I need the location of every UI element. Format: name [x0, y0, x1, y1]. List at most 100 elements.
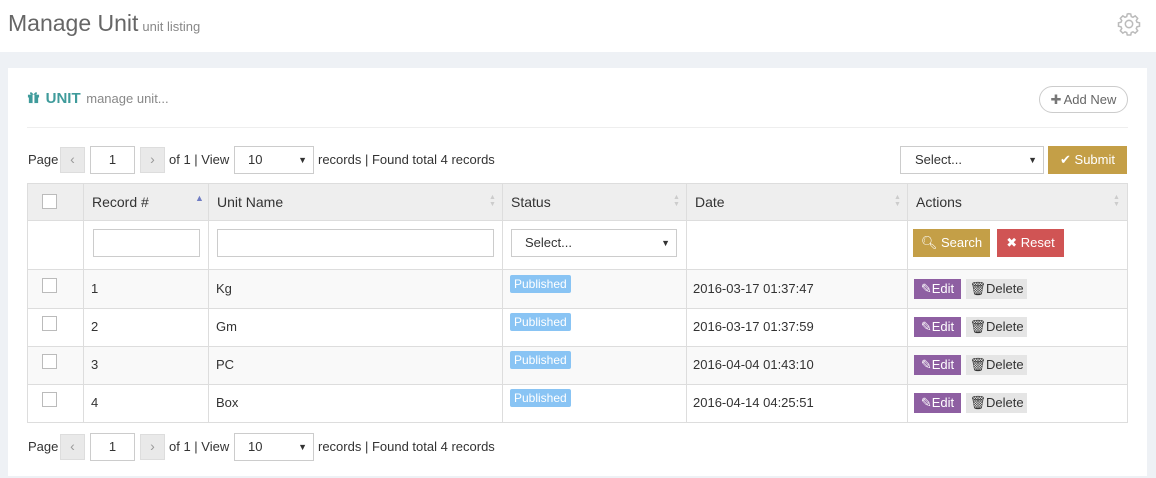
delete-label: Delete: [985, 281, 1024, 296]
reset-label: Reset: [1020, 235, 1055, 250]
record-date: 2016-04-04 01:43:10: [693, 357, 814, 372]
edit-label: Edit: [931, 319, 955, 334]
row-checkbox[interactable]: [42, 316, 57, 331]
trash-icon: 🗑︎: [969, 395, 986, 410]
status-filter-value: Select...: [525, 235, 572, 250]
row-checkbox[interactable]: [42, 354, 57, 369]
divider: [686, 184, 687, 422]
page-size-select[interactable]: 10 ▼: [234, 433, 314, 461]
column-header-label: Status: [511, 194, 551, 210]
sort-icon: ▲ ▼: [673, 194, 680, 208]
delete-label: Delete: [985, 319, 1024, 334]
status-filter-select[interactable]: Select... ▼: [511, 229, 677, 257]
record-filter-input[interactable]: [93, 229, 200, 257]
delete-button[interactable]: 🗑︎Delete: [966, 279, 1027, 299]
unit-portlet: UNIT manage unit... ✚ Add New Page ‹ 1 › …: [8, 68, 1147, 476]
page-size-value: 10: [248, 439, 263, 454]
chevron-down-icon: ▼: [661, 238, 670, 248]
trash-icon: 🗑︎: [969, 319, 986, 334]
unit-table: Record # ▲ Unit Name ▲ ▼ Status ▲ ▼ Date ▲ ▼ Ac…: [27, 183, 1128, 423]
delete-button[interactable]: 🗑︎Delete: [966, 355, 1027, 375]
edit-label: Edit: [931, 395, 955, 410]
divider: [83, 184, 84, 422]
search-label: Search: [940, 235, 983, 250]
prev-page-button[interactable]: ‹: [60, 147, 85, 173]
check-icon: ✔: [1060, 152, 1071, 167]
column-header-unit-name[interactable]: Unit Name ▲ ▼: [209, 184, 503, 220]
column-header-record[interactable]: Record # ▲: [84, 184, 209, 220]
table-row: [28, 385, 1127, 422]
column-header-label: Unit Name: [217, 194, 284, 210]
edit-button[interactable]: ✎Edit: [914, 393, 961, 413]
page-number-input[interactable]: 1: [90, 433, 135, 461]
trash-icon: 🗑︎: [969, 357, 986, 372]
delete-button[interactable]: 🗑︎Delete: [966, 317, 1027, 337]
page-size-select[interactable]: 10 ▼: [234, 146, 314, 174]
table-row: [28, 347, 1127, 385]
portlet-caption-sub: manage unit...: [86, 91, 169, 106]
column-header-actions[interactable]: Actions ▲ ▼: [908, 184, 1127, 220]
status-badge: Published: [510, 275, 571, 293]
sort-icon: ▲ ▼: [894, 194, 901, 208]
page-size-value: 10: [248, 152, 263, 167]
sort-icon: ▲ ▼: [1113, 194, 1120, 208]
row-checkbox[interactable]: [42, 392, 57, 407]
delete-button[interactable]: 🗑︎Delete: [966, 393, 1027, 413]
edit-label: Edit: [931, 281, 955, 296]
select-all-checkbox[interactable]: [42, 194, 57, 209]
chevron-down-icon: ▼: [1028, 155, 1037, 165]
column-header-label: Record #: [92, 194, 149, 210]
record-date: 2016-03-17 01:37:47: [693, 281, 814, 296]
column-header-status[interactable]: Status ▲ ▼: [503, 184, 687, 220]
close-icon: ✖: [1006, 235, 1018, 250]
edit-icon: ✎: [920, 357, 932, 372]
chevron-down-icon: ▼: [298, 155, 307, 165]
divider: [502, 184, 503, 422]
edit-label: Edit: [931, 357, 955, 372]
prev-page-button[interactable]: ‹: [60, 434, 85, 460]
unit-name: PC: [216, 357, 235, 372]
portlet-title: UNIT manage unit...: [27, 90, 169, 107]
bulk-action-select[interactable]: Select... ▼: [900, 146, 1044, 174]
status-badge: Published: [510, 351, 571, 369]
divider: [208, 184, 209, 422]
unit-name: Box: [216, 395, 239, 410]
table-row: [28, 270, 1127, 308]
edit-button[interactable]: ✎Edit: [914, 279, 961, 299]
search-icon: 🔍︎: [920, 235, 938, 250]
add-new-button[interactable]: ✚ Add New: [1039, 86, 1128, 113]
page-label: Page: [28, 439, 59, 454]
divider: [28, 220, 1127, 221]
divider: [907, 184, 908, 422]
page-number-input[interactable]: 1: [90, 146, 135, 174]
bulk-action-value: Select...: [915, 152, 962, 167]
plus-icon: ✚: [1050, 92, 1062, 107]
page-subtitle: unit listing: [142, 19, 201, 34]
table-row: [28, 309, 1127, 347]
submit-button[interactable]: ✔ Submit: [1048, 146, 1127, 174]
delete-label: Delete: [985, 357, 1024, 372]
page-title-text: Manage Unit: [8, 10, 139, 36]
sort-asc-icon: ▲: [195, 193, 204, 203]
reset-button[interactable]: ✖ Reset: [997, 229, 1064, 257]
submit-label: Submit: [1074, 152, 1115, 167]
search-button[interactable]: 🔍︎ Search: [913, 229, 990, 257]
edit-button[interactable]: ✎Edit: [914, 317, 961, 337]
row-checkbox[interactable]: [42, 278, 57, 293]
record-number: 3: [91, 357, 99, 372]
delete-label: Delete: [985, 395, 1024, 410]
column-header-date[interactable]: Date ▲ ▼: [687, 184, 908, 220]
portlet-caption: UNIT: [45, 90, 81, 107]
page-header: Manage Unit unit listing: [0, 0, 1156, 52]
unit-name-filter-input[interactable]: [217, 229, 494, 257]
gear-icon[interactable]: [1116, 11, 1142, 37]
sort-icon: ▲ ▼: [489, 194, 496, 208]
next-page-button[interactable]: ›: [140, 147, 165, 173]
trash-icon: 🗑︎: [969, 281, 986, 296]
page-label: Page: [28, 152, 59, 167]
edit-button[interactable]: ✎Edit: [914, 355, 961, 375]
next-page-button[interactable]: ›: [140, 434, 165, 460]
column-header-label: Actions: [916, 194, 962, 210]
record-number: 4: [91, 395, 99, 410]
page-of-view-label: of 1 | View: [169, 152, 230, 167]
